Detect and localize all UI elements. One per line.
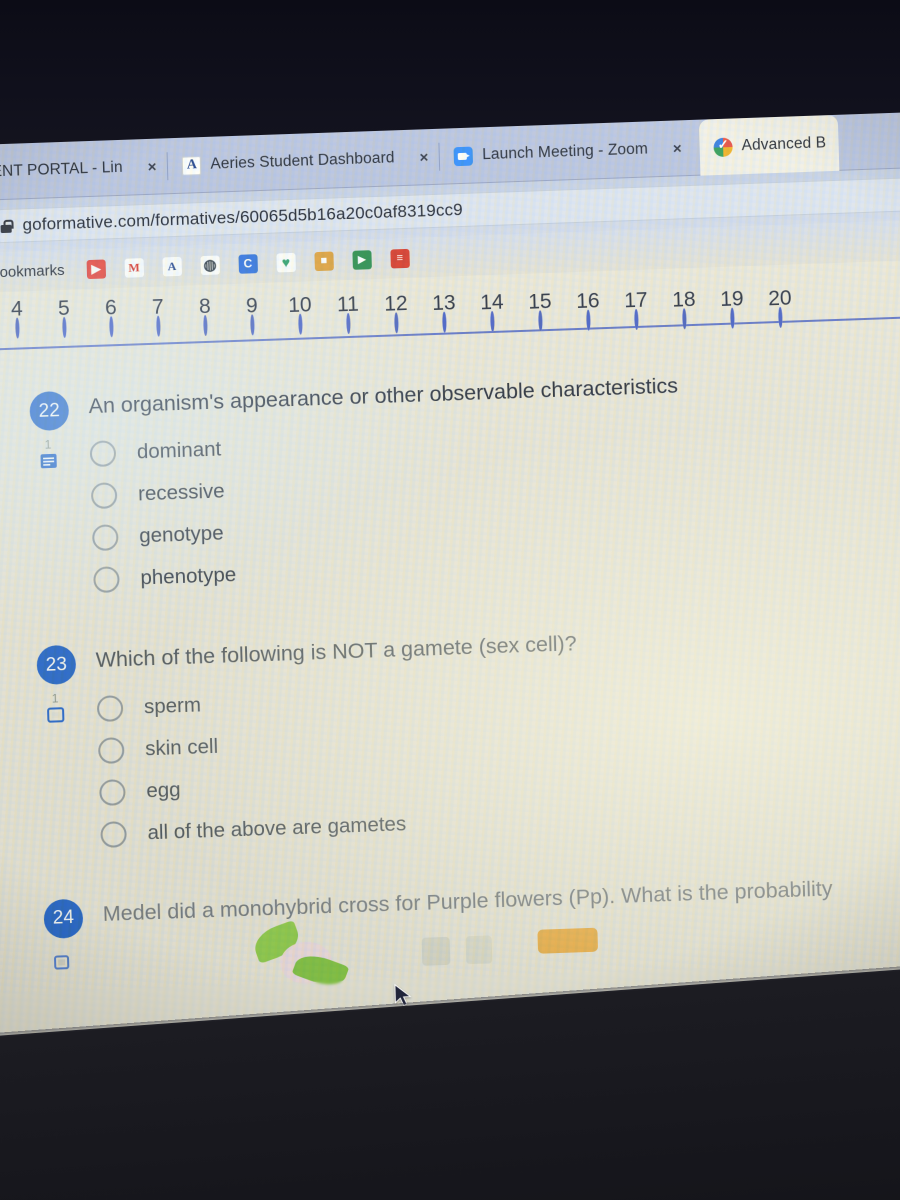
progress-node-6[interactable]: 6 bbox=[94, 296, 129, 338]
radio-button[interactable] bbox=[93, 566, 120, 594]
bookmarks-folder-label[interactable]: usd.net bookmarks bbox=[0, 261, 65, 282]
option-label: all of the above are gametes bbox=[147, 812, 407, 845]
option-label: sperm bbox=[143, 693, 202, 719]
option-label: genotype bbox=[138, 521, 224, 548]
calendar-bookmark-icon[interactable]: ≡ bbox=[390, 248, 410, 269]
progress-node-dot bbox=[490, 310, 495, 333]
progress-node-dot bbox=[394, 312, 399, 334]
progress-node-18[interactable]: 18 bbox=[663, 288, 706, 330]
media-control-icon[interactable] bbox=[421, 936, 451, 966]
progress-node-dot bbox=[634, 308, 639, 331]
contacts-bookmark-icon[interactable]: ■ bbox=[314, 251, 334, 271]
progress-node-16[interactable]: 16 bbox=[567, 289, 610, 331]
progress-node-dot bbox=[778, 306, 783, 328]
progress-node-15[interactable]: 15 bbox=[519, 290, 562, 332]
progress-node-dot bbox=[109, 316, 114, 338]
progress-node-14[interactable]: 14 bbox=[471, 291, 514, 333]
progress-node-dot bbox=[442, 311, 447, 333]
media-control-icon[interactable] bbox=[465, 935, 493, 965]
question-number-badge: 22 bbox=[29, 390, 70, 432]
tab-title: Advanced B bbox=[741, 134, 827, 155]
answer-options: dominant recessive genotype phenotype bbox=[89, 402, 900, 602]
question-points: 1 bbox=[44, 437, 52, 452]
tab-title: Aeries Student Dashboard bbox=[210, 149, 395, 173]
progress-node-5[interactable]: 5 bbox=[47, 297, 82, 338]
question-number-badge: 24 bbox=[43, 898, 84, 939]
youtube-bookmark-icon[interactable]: ▶ bbox=[86, 258, 106, 279]
progress-node-9[interactable]: 9 bbox=[235, 294, 270, 336]
tab-close-icon[interactable]: × bbox=[419, 149, 428, 166]
question-points: 1 bbox=[51, 691, 59, 706]
progress-node-8[interactable]: 8 bbox=[188, 295, 223, 337]
tab-student-portal[interactable]: STUDENT PORTAL - Lin × bbox=[0, 138, 169, 202]
progress-node-dot bbox=[203, 314, 208, 337]
progress-node-dot bbox=[15, 317, 20, 339]
multiple-choice-icon bbox=[54, 954, 71, 971]
gmail-bookmark-icon[interactable]: M bbox=[124, 257, 144, 278]
option-label: recessive bbox=[137, 479, 225, 506]
radio-button[interactable] bbox=[96, 694, 124, 722]
progress-node-19[interactable]: 19 bbox=[711, 287, 754, 329]
multiple-choice-icon bbox=[40, 453, 57, 469]
highlight-button[interactable] bbox=[537, 927, 599, 954]
progress-node-dot bbox=[586, 309, 591, 331]
radio-button[interactable] bbox=[99, 778, 126, 806]
radio-button[interactable] bbox=[89, 440, 117, 468]
laptop-screen: STUDENT PORTAL - Lin × A Aeries Student … bbox=[0, 109, 900, 1082]
radio-button[interactable] bbox=[91, 524, 119, 552]
formative-page: 3 4 5 6 7 8 9 bbox=[0, 257, 900, 1082]
canvas-bookmark-icon[interactable]: C bbox=[238, 253, 258, 274]
bookmark-icon-list: ▶ M A ◍ C ♥ ■ ▶ ≡ bbox=[86, 248, 410, 279]
progress-node-dot bbox=[538, 310, 543, 332]
progress-node-17[interactable]: 17 bbox=[615, 289, 658, 331]
question-list: 22 1 An organism's appearance or other o… bbox=[0, 358, 900, 1006]
url-text: goformative.com/formatives/60065d5b16a20… bbox=[22, 199, 464, 235]
radio-button[interactable] bbox=[90, 482, 118, 510]
option-label: phenotype bbox=[140, 563, 237, 590]
tab-launch-meeting-zoom[interactable]: Launch Meeting - Zoom × bbox=[439, 120, 694, 185]
progress-node-4[interactable]: 4 bbox=[0, 297, 35, 339]
meet-bookmark-icon[interactable]: ▶ bbox=[352, 249, 372, 270]
multiple-choice-icon bbox=[47, 707, 65, 724]
shield-bookmark-icon[interactable]: ♥ bbox=[276, 252, 296, 272]
tab-advanced-b[interactable]: Advanced B bbox=[698, 114, 839, 176]
progress-node-dot bbox=[156, 315, 161, 337]
question-22: 22 1 An organism's appearance or other o… bbox=[29, 358, 900, 603]
question-23: 23 1 Which of the following is NOT a gam… bbox=[36, 613, 900, 858]
progress-node-20[interactable]: 20 bbox=[759, 287, 802, 328]
radio-button[interactable] bbox=[97, 736, 125, 764]
checkmark-icon bbox=[713, 137, 733, 157]
progress-node-12[interactable]: 12 bbox=[375, 292, 418, 334]
aeries-bookmark-icon[interactable]: A bbox=[162, 256, 182, 276]
progress-node-dot bbox=[298, 313, 303, 335]
option-label: skin cell bbox=[144, 734, 219, 761]
radio-button[interactable] bbox=[100, 820, 127, 848]
option-label: dominant bbox=[136, 437, 222, 464]
globe-bookmark-icon[interactable]: ◍ bbox=[200, 254, 220, 275]
progress-node-7[interactable]: 7 bbox=[141, 295, 176, 337]
progress-node-11[interactable]: 11 bbox=[327, 293, 370, 335]
progress-node-dot bbox=[62, 316, 67, 338]
zoom-icon bbox=[453, 146, 474, 166]
progress-node-10[interactable]: 10 bbox=[279, 293, 322, 335]
tab-close-icon[interactable]: × bbox=[673, 140, 682, 157]
aeries-icon: A bbox=[182, 155, 202, 176]
option-label: egg bbox=[146, 777, 181, 803]
lock-icon bbox=[0, 219, 11, 232]
progress-node-dot bbox=[346, 312, 351, 335]
tab-title: Launch Meeting - Zoom bbox=[481, 140, 649, 164]
question-number-badge: 23 bbox=[36, 645, 77, 686]
progress-node-dot bbox=[730, 307, 735, 329]
progress-node-13[interactable]: 13 bbox=[423, 291, 466, 333]
progress-node-dot bbox=[682, 308, 687, 330]
screen-photograph: STUDENT PORTAL - Lin × A Aeries Student … bbox=[0, 0, 900, 1200]
progress-node-dot bbox=[250, 314, 255, 336]
tab-close-icon[interactable]: × bbox=[147, 158, 156, 175]
tab-aeries-student-dashboard[interactable]: A Aeries Student Dashboard × bbox=[168, 129, 441, 194]
tab-title: STUDENT PORTAL - Lin bbox=[0, 158, 123, 182]
answer-options: sperm skin cell egg all of the above are… bbox=[96, 656, 900, 856]
